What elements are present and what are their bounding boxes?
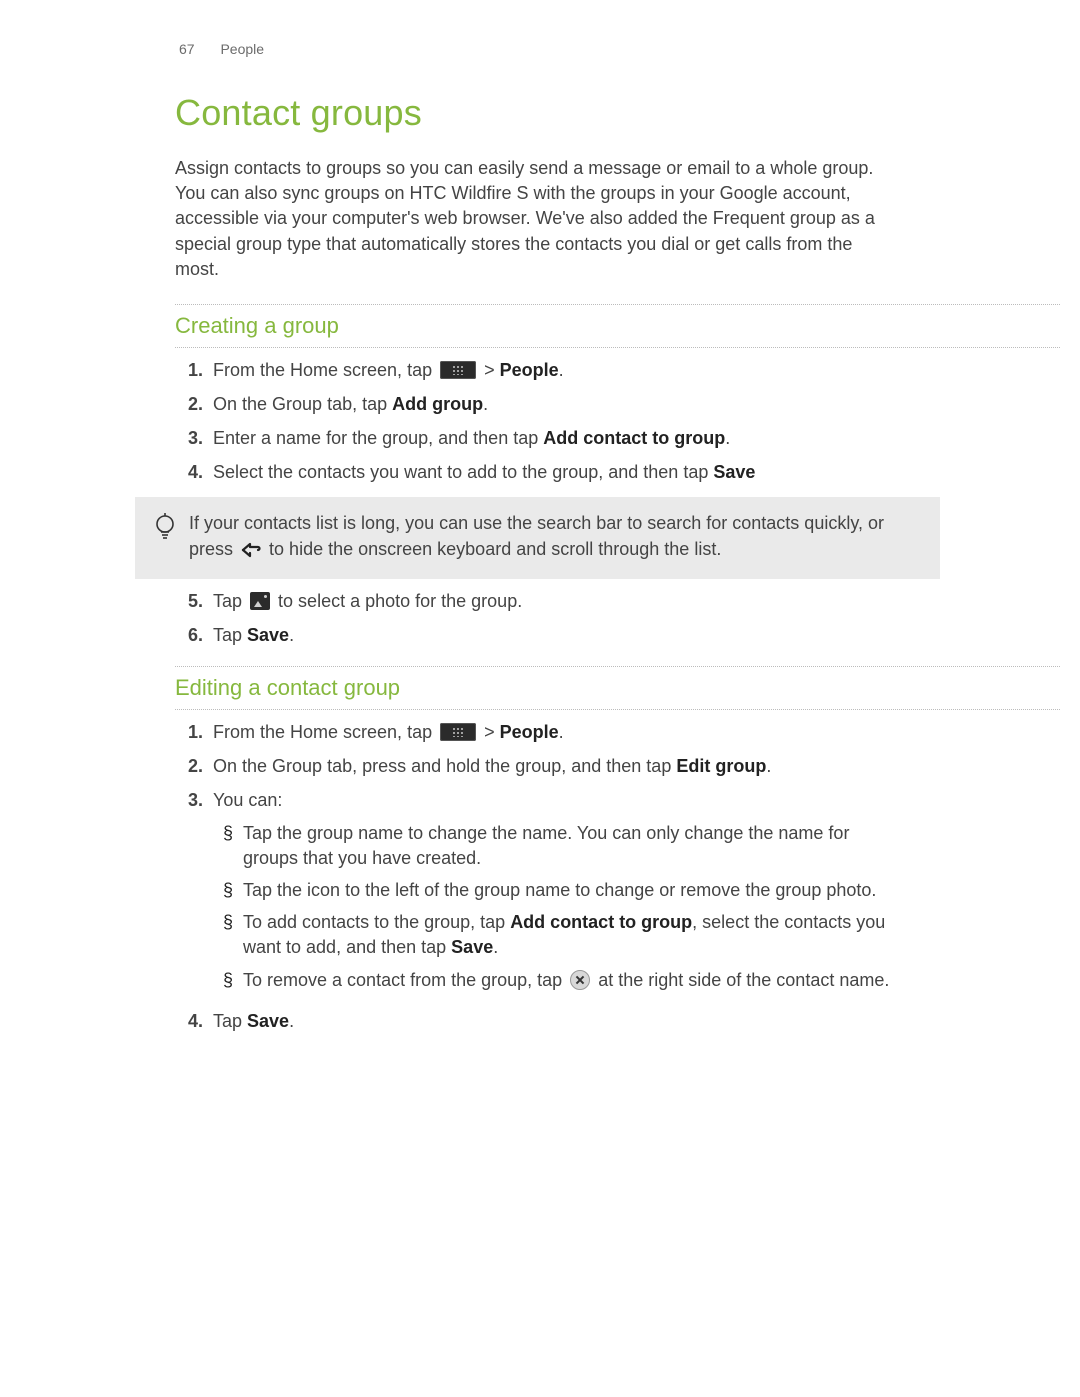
- text: .: [483, 394, 488, 414]
- label-save: Save: [247, 1011, 289, 1031]
- step-2: 2. On the Group tab, press and hold the …: [175, 754, 900, 779]
- running-header: 67 People: [179, 40, 900, 60]
- label-add-contact-to-group: Add contact to group: [510, 912, 692, 932]
- lightbulb-icon: [145, 511, 185, 543]
- label-add-contact-to-group: Add contact to group: [543, 428, 725, 448]
- step-number: 2.: [175, 392, 213, 417]
- app-grid-icon: [440, 723, 476, 741]
- text: .: [559, 360, 564, 380]
- section-name: People: [220, 40, 264, 60]
- list-item: § Tap the group name to change the name.…: [213, 821, 900, 871]
- text: >: [484, 360, 500, 380]
- app-grid-icon: [440, 361, 476, 379]
- text: .: [725, 428, 730, 448]
- bullet-icon: §: [213, 878, 243, 903]
- intro-paragraph: Assign contacts to groups so you can eas…: [175, 156, 900, 282]
- text: .: [766, 756, 771, 776]
- step-number: 5.: [175, 589, 213, 614]
- label-edit-group: Edit group: [676, 756, 766, 776]
- label-save: Save: [247, 625, 289, 645]
- text: You can:: [213, 790, 282, 810]
- page-title: Contact groups: [175, 88, 900, 138]
- label-save: Save: [713, 462, 755, 482]
- step-text: Tap Save.: [213, 623, 900, 648]
- text: Tap the group name to change the name. Y…: [243, 821, 900, 871]
- text: .: [559, 722, 564, 742]
- text: .: [289, 625, 294, 645]
- text: On the Group tab, press and hold the gro…: [213, 756, 676, 776]
- step-3: 3. You can: § Tap the group name to chan…: [175, 788, 900, 999]
- remove-x-icon: [570, 970, 590, 990]
- step-1: 1. From the Home screen, tap > People.: [175, 358, 900, 383]
- step-2: 2. On the Group tab, tap Add group.: [175, 392, 900, 417]
- step-text: From the Home screen, tap > People.: [213, 358, 900, 383]
- text: Tap: [213, 1011, 247, 1031]
- heading-editing-group: Editing a contact group: [175, 666, 1060, 710]
- text: to hide the onscreen keyboard and scroll…: [269, 539, 721, 559]
- bullet-icon: §: [213, 968, 243, 993]
- label-people: People: [500, 360, 559, 380]
- back-icon: [241, 540, 261, 565]
- creating-group-steps: 1. From the Home screen, tap > People. 2…: [175, 358, 900, 486]
- text: To remove a contact from the group, tap …: [243, 968, 900, 993]
- text: From the Home screen, tap: [213, 360, 437, 380]
- text: Tap: [213, 591, 247, 611]
- list-item: § To add contacts to the group, tap Add …: [213, 910, 900, 960]
- text: >: [484, 722, 500, 742]
- list-item: § To remove a contact from the group, ta…: [213, 968, 900, 993]
- text: To remove a contact from the group, tap: [243, 970, 567, 990]
- step-number: 1.: [175, 358, 213, 383]
- text: Enter a name for the group, and then tap: [213, 428, 543, 448]
- text: To add contacts to the group, tap Add co…: [243, 910, 900, 960]
- step-5: 5. Tap to select a photo for the group.: [175, 589, 900, 614]
- step-text: Tap Save.: [213, 1009, 900, 1034]
- label-add-group: Add group: [392, 394, 483, 414]
- text: to select a photo for the group.: [278, 591, 522, 611]
- text: Tap the icon to the left of the group na…: [243, 878, 900, 903]
- step-6: 6. Tap Save.: [175, 623, 900, 648]
- editing-group-steps: 1. From the Home screen, tap > People. 2…: [175, 720, 900, 1034]
- list-item: § Tap the icon to the left of the group …: [213, 878, 900, 903]
- step-text: You can: § Tap the group name to change …: [213, 788, 900, 999]
- text: On the Group tab, tap: [213, 394, 392, 414]
- tip-callout: If your contacts list is long, you can u…: [135, 497, 940, 578]
- text: Tap: [213, 625, 247, 645]
- step-number: 3.: [175, 426, 213, 451]
- step-1: 1. From the Home screen, tap > People.: [175, 720, 900, 745]
- bullet-icon: §: [213, 910, 243, 935]
- step-3: 3. Enter a name for the group, and then …: [175, 426, 900, 451]
- step-number: 4.: [175, 1009, 213, 1034]
- text: .: [289, 1011, 294, 1031]
- step-text: Enter a name for the group, and then tap…: [213, 426, 900, 451]
- step-4: 4. Tap Save.: [175, 1009, 900, 1034]
- step-number: 4.: [175, 460, 213, 485]
- text: From the Home screen, tap: [213, 722, 437, 742]
- tip-text: If your contacts list is long, you can u…: [185, 511, 924, 564]
- step-number: 1.: [175, 720, 213, 745]
- text: at the right side of the contact name.: [598, 970, 889, 990]
- page-number: 67: [179, 40, 195, 60]
- label-people: People: [500, 722, 559, 742]
- step-number: 3.: [175, 788, 213, 813]
- edit-options-list: § Tap the group name to change the name.…: [213, 821, 900, 993]
- step-text: Tap to select a photo for the group.: [213, 589, 900, 614]
- photo-icon: [250, 592, 270, 610]
- step-number: 2.: [175, 754, 213, 779]
- step-4: 4. Select the contacts you want to add t…: [175, 460, 900, 485]
- step-text: On the Group tab, tap Add group.: [213, 392, 900, 417]
- bullet-icon: §: [213, 821, 243, 846]
- text: Select the contacts you want to add to t…: [213, 462, 713, 482]
- step-text: Select the contacts you want to add to t…: [213, 460, 900, 485]
- heading-creating-group: Creating a group: [175, 304, 1060, 348]
- step-number: 6.: [175, 623, 213, 648]
- step-text: On the Group tab, press and hold the gro…: [213, 754, 900, 779]
- creating-group-steps-cont: 5. Tap to select a photo for the group. …: [175, 589, 900, 648]
- label-save: Save: [451, 937, 493, 957]
- text: To add contacts to the group, tap: [243, 912, 510, 932]
- document-page: 67 People Contact groups Assign contacts…: [0, 0, 1080, 1397]
- step-text: From the Home screen, tap > People.: [213, 720, 900, 745]
- text: .: [493, 937, 498, 957]
